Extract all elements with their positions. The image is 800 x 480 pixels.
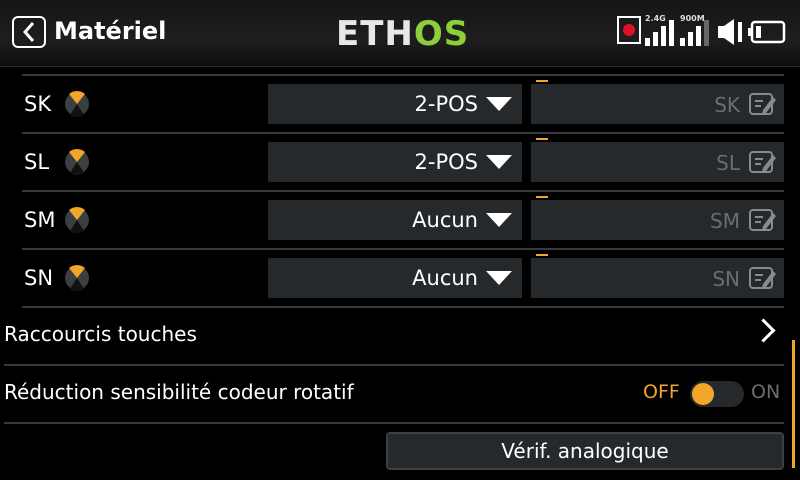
switch-dial-icon [65, 148, 89, 176]
battery-icon [748, 16, 788, 48]
switch-name-field[interactable]: SM [531, 200, 784, 240]
dropdown-arrow-icon [486, 271, 512, 285]
signal-24g-icon: 2.4G [645, 14, 675, 48]
switch-name: SN [24, 266, 54, 290]
switch-row-sn: SN Aucun SN [0, 250, 790, 306]
switch-label-value: SK [714, 93, 740, 117]
speaker-icon [716, 16, 744, 48]
divider [4, 422, 784, 424]
chevron-left-icon [22, 22, 35, 42]
switch-type-value: 2-POS [414, 92, 478, 116]
back-button[interactable] [12, 16, 46, 48]
analog-check-button[interactable]: Vérif. analogique [386, 432, 784, 470]
dropdown-arrow-icon [486, 97, 512, 111]
shortcuts-row[interactable]: Raccourcis touches [0, 308, 790, 364]
switch-type-select[interactable]: 2-POS [268, 84, 522, 124]
switch-type-select[interactable]: 2-POS [268, 142, 522, 182]
edit-icon[interactable] [748, 149, 778, 175]
switch-type-select[interactable]: Aucun [268, 200, 522, 240]
switch-dial-icon [65, 90, 89, 118]
encoder-sensitivity-toggle[interactable] [690, 381, 744, 407]
toggle-knob [692, 383, 714, 405]
switch-row-sl: SL 2-POS SL [0, 134, 790, 190]
scrollbar[interactable] [792, 340, 795, 468]
switch-name-field[interactable]: SK [531, 84, 784, 124]
record-icon [617, 16, 641, 44]
switch-label-value: SN [712, 267, 740, 291]
logo-text-eth: ETH [336, 14, 414, 54]
switch-name-field[interactable]: SL [531, 142, 784, 182]
switch-name: SM [24, 208, 56, 232]
switch-type-select[interactable]: Aucun [268, 258, 522, 298]
logo-text-os: OS [413, 14, 470, 54]
page-title: Matériel [54, 17, 167, 45]
switch-name-field[interactable]: SN [531, 258, 784, 298]
shortcuts-label: Raccourcis touches [4, 322, 197, 346]
edit-icon[interactable] [748, 265, 778, 291]
switch-name: SK [24, 92, 52, 116]
toggle-off-label: OFF [643, 381, 680, 403]
switch-row-sk: SK 2-POS SK [0, 76, 790, 132]
edit-icon[interactable] [748, 207, 778, 233]
toggle-on-label: ON [751, 381, 781, 403]
switch-row-sm: SM Aucun SM [0, 192, 790, 248]
dropdown-arrow-icon [486, 155, 512, 169]
encoder-sensitivity-row: Réduction sensibilité codeur rotatif OFF… [0, 366, 790, 422]
switch-type-value: 2-POS [414, 150, 478, 174]
switch-type-value: Aucun [412, 208, 478, 232]
edit-icon[interactable] [748, 91, 778, 117]
switch-label-value: SM [710, 209, 740, 233]
switch-label-value: SL [716, 151, 740, 175]
switch-name: SL [24, 150, 50, 174]
encoder-sensitivity-label: Réduction sensibilité codeur rotatif [4, 380, 354, 404]
switch-type-value: Aucun [412, 266, 478, 290]
ethos-logo: ETHOS [336, 14, 469, 54]
dropdown-arrow-icon [486, 213, 512, 227]
signal-900m-icon: 900M [680, 14, 710, 48]
switch-dial-icon [65, 264, 89, 292]
header-bar: Matériel ETHOS 2.4G 900M [0, 0, 800, 67]
switch-dial-icon [65, 206, 89, 234]
chevron-right-icon [751, 318, 776, 343]
